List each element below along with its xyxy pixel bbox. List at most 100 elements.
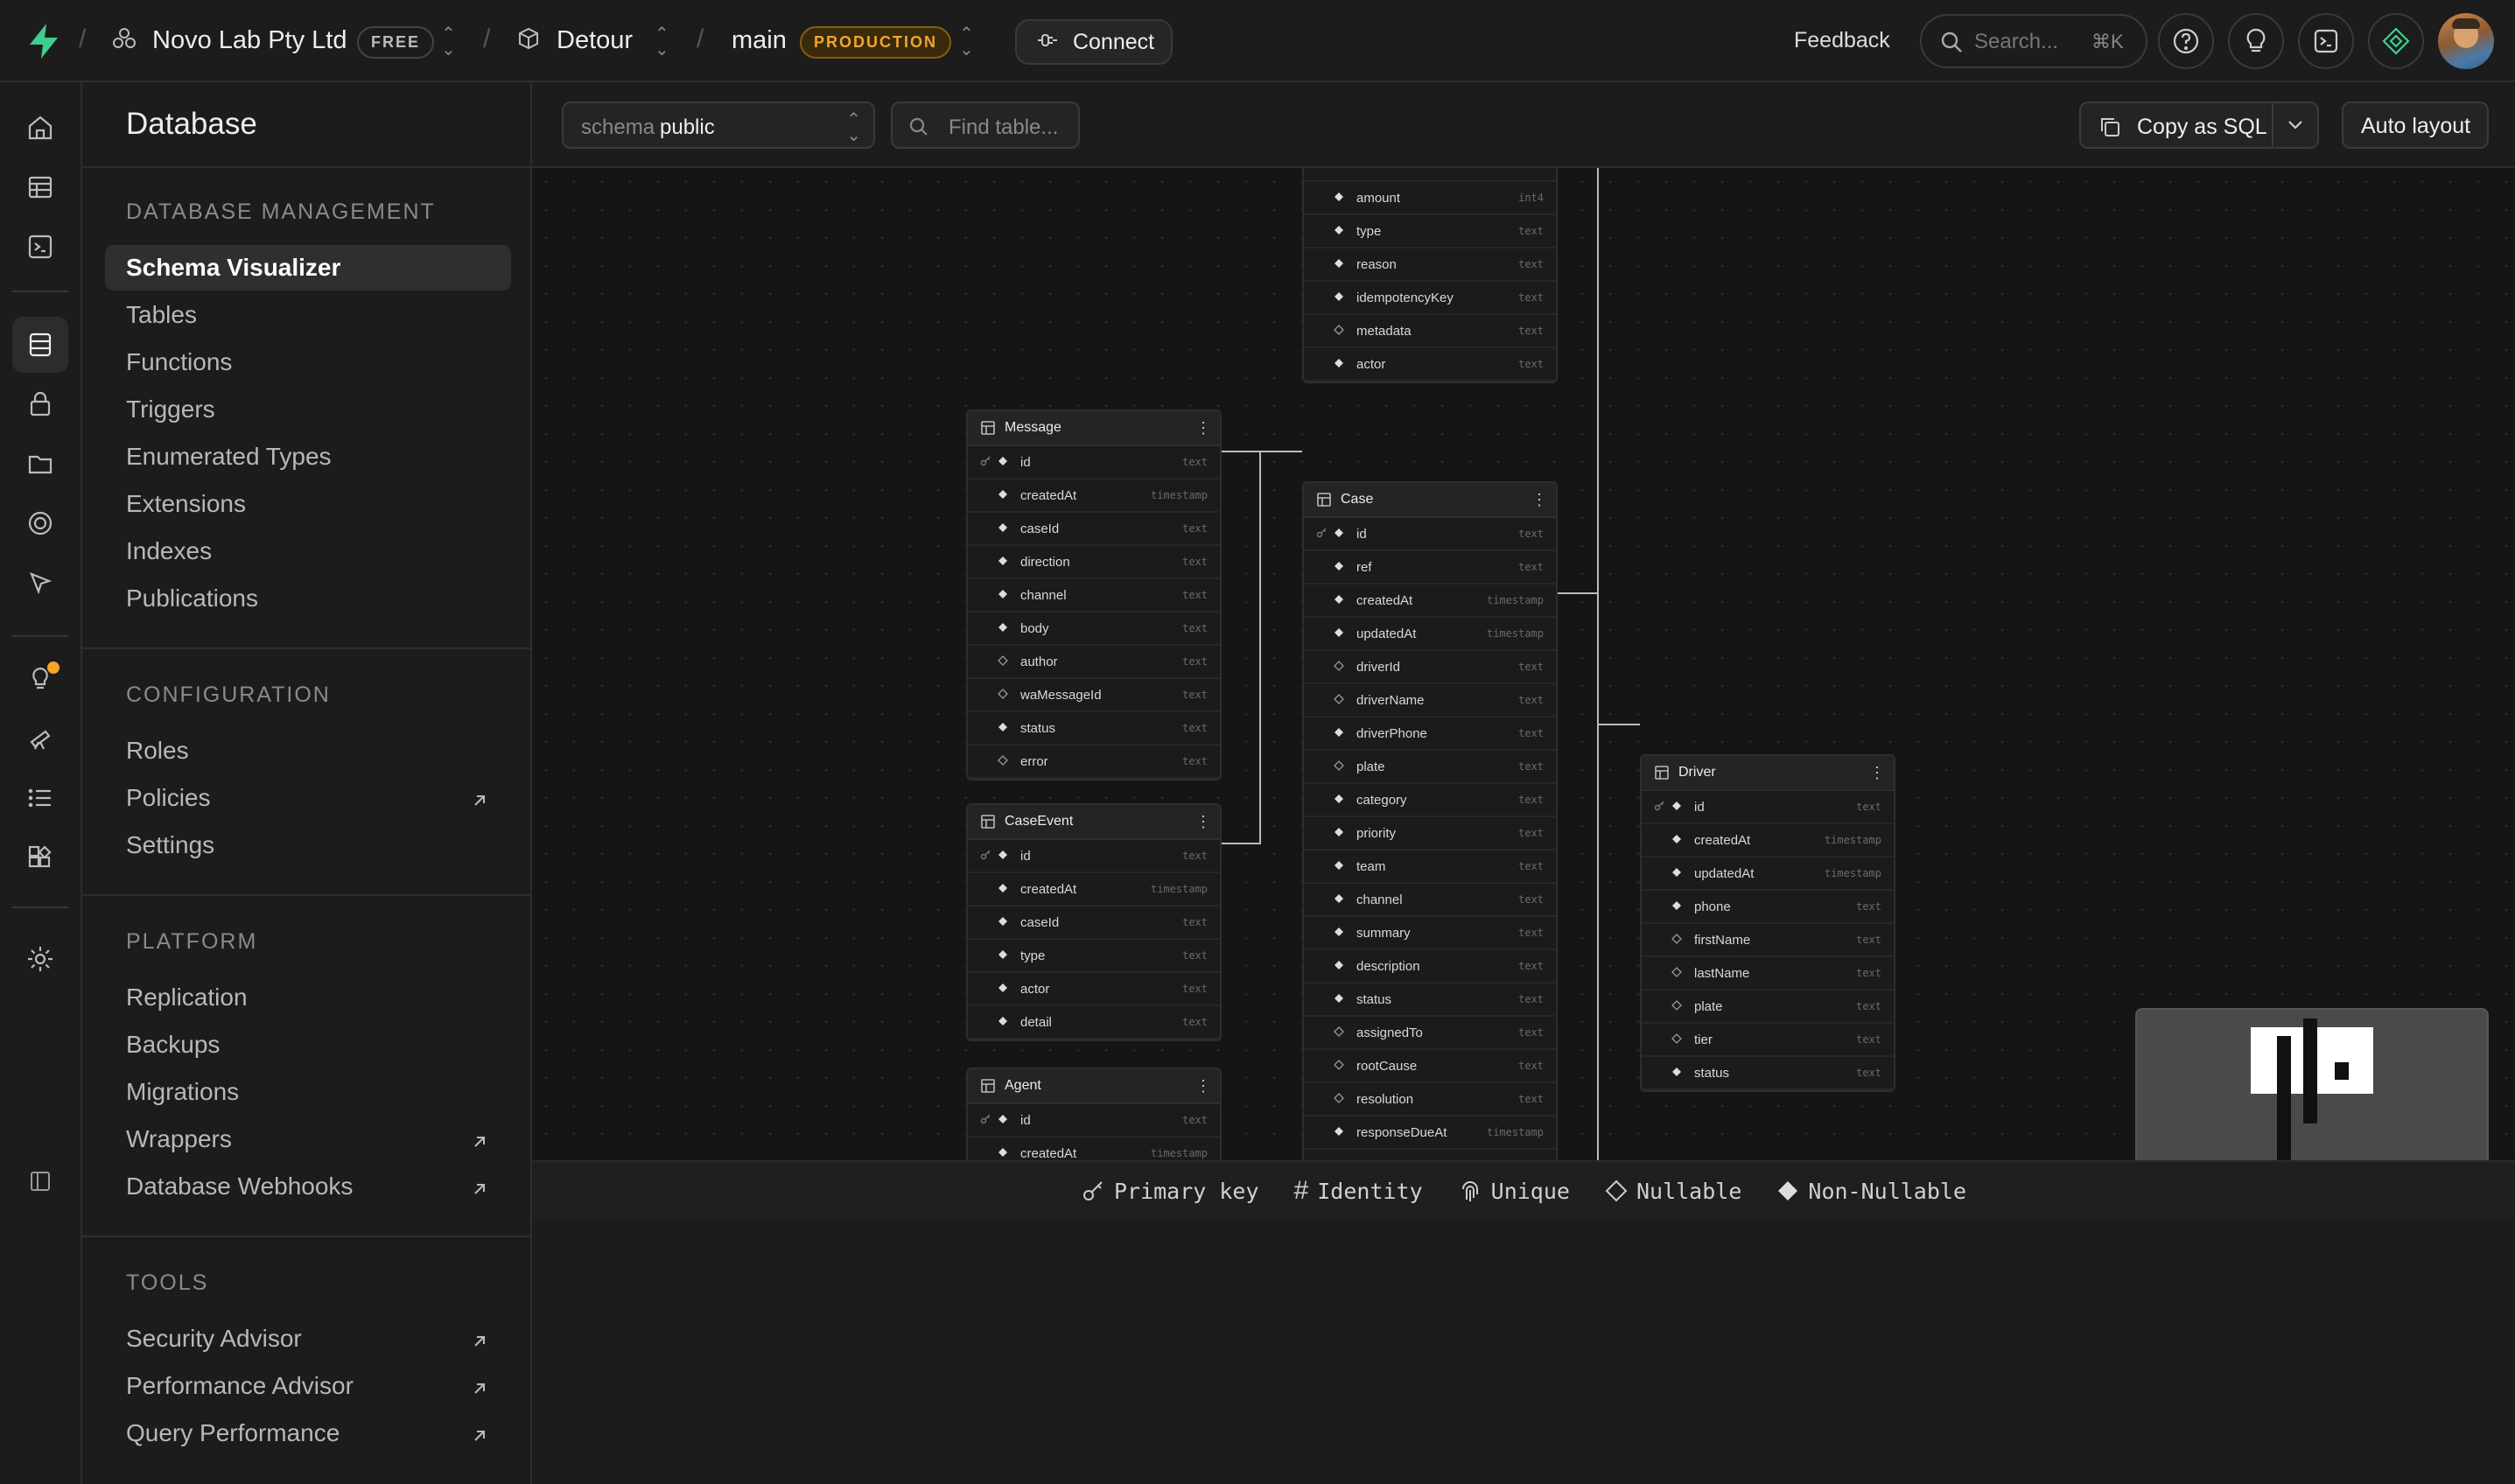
nav-security-advisor[interactable]: Security Advisor bbox=[105, 1316, 511, 1362]
table-column-row[interactable]: id text bbox=[968, 446, 1220, 480]
table-column-row[interactable]: plate text bbox=[1642, 990, 1894, 1024]
nav-indexes[interactable]: Indexes bbox=[105, 528, 511, 574]
nav-publications[interactable]: Publications bbox=[105, 576, 511, 621]
table-column-row[interactable]: waMessageId text bbox=[968, 679, 1220, 712]
terminal-button[interactable] bbox=[2298, 13, 2354, 69]
project-name[interactable]: Detour bbox=[557, 26, 633, 55]
nav-roles[interactable]: Roles bbox=[105, 728, 511, 774]
nav-backups[interactable]: Backups bbox=[105, 1022, 511, 1068]
auto-layout-button[interactable]: Auto layout bbox=[2342, 102, 2489, 149]
project-switcher-chevron-icon[interactable]: ⌃ ⌄ bbox=[655, 25, 669, 59]
user-avatar[interactable] bbox=[2438, 13, 2494, 69]
rail-authentication[interactable] bbox=[12, 376, 68, 432]
table-node-caseevent[interactable]: CaseEvent ⋮ id text createdAt timestamp caseId… bbox=[966, 803, 1222, 1041]
more-vertical-icon[interactable]: ⋮ bbox=[1195, 814, 1211, 830]
nav-database-webhooks[interactable]: Database Webhooks bbox=[105, 1164, 511, 1209]
rail-advisors[interactable] bbox=[12, 651, 68, 707]
nav-wrappers[interactable]: Wrappers bbox=[105, 1116, 511, 1162]
table-column-row[interactable]: reason text bbox=[1304, 248, 1556, 282]
table-column-row[interactable]: id text bbox=[968, 1104, 1220, 1138]
branch-name[interactable]: main bbox=[732, 26, 787, 55]
table-header[interactable]: Case ⋮ bbox=[1304, 483, 1556, 518]
org-switcher-chevron-icon[interactable]: ⌃ ⌄ bbox=[441, 25, 456, 59]
connect-button[interactable]: Connect bbox=[1015, 19, 1173, 65]
table-column-row[interactable]: assignedTo text bbox=[1304, 1017, 1556, 1050]
table-node-partial-table[interactable]: amount int4 type text reason text idempotencyK… bbox=[1302, 168, 1558, 383]
table-node-agent[interactable]: Agent⋮idtextcreatedAttimestampemailtextn… bbox=[966, 1068, 1222, 1160]
more-vertical-icon[interactable]: ⋮ bbox=[1195, 1078, 1211, 1094]
rail-realtime[interactable] bbox=[12, 495, 68, 551]
table-column-row[interactable]: author text bbox=[968, 646, 1220, 679]
table-column-row[interactable]: category text bbox=[1304, 784, 1556, 817]
nav-schema-visualizer[interactable]: Schema Visualizer bbox=[105, 245, 511, 290]
rail-logs[interactable] bbox=[12, 770, 68, 826]
rail-settings[interactable] bbox=[12, 931, 68, 987]
table-column-row[interactable]: driverName text bbox=[1304, 684, 1556, 718]
nav-enumerated-types[interactable]: Enumerated Types bbox=[105, 434, 511, 480]
table-column-row[interactable]: caseId text bbox=[968, 906, 1220, 940]
table-column-row[interactable]: tier text bbox=[1642, 1024, 1894, 1057]
table-column-row[interactable]: caseId text bbox=[968, 513, 1220, 546]
table-header[interactable]: Driver ⋮ bbox=[1642, 756, 1894, 791]
table-column-row[interactable]: phone text bbox=[1642, 891, 1894, 924]
find-table-input[interactable]: Find table... bbox=[891, 102, 1080, 149]
nav-policies[interactable]: Policies bbox=[105, 775, 511, 821]
table-column-row[interactable]: createdAt timestamp bbox=[1304, 584, 1556, 618]
table-header[interactable]: Message ⋮ bbox=[968, 411, 1220, 446]
schema-canvas[interactable]: amount int4 type text reason text idempotencyK… bbox=[532, 168, 2515, 1160]
rail-sql-editor[interactable] bbox=[12, 219, 68, 275]
table-column-row[interactable]: channel text bbox=[1304, 884, 1556, 917]
table-column-row[interactable]: updatedAt timestamp bbox=[1642, 858, 1894, 891]
nav-tables[interactable]: Tables bbox=[105, 292, 511, 338]
ai-assistant-button[interactable] bbox=[2368, 13, 2424, 69]
table-column-row[interactable]: id text bbox=[1304, 518, 1556, 551]
table-column-row[interactable]: direction text bbox=[968, 546, 1220, 579]
table-column-row[interactable]: updatedAt timestamp bbox=[1304, 618, 1556, 651]
rail-edge-functions[interactable] bbox=[12, 555, 68, 611]
table-column-row[interactable]: actor text bbox=[968, 973, 1220, 1006]
table-node-message[interactable]: Message ⋮ id text createdAt timestamp caseId te… bbox=[966, 410, 1222, 780]
nav-extensions[interactable]: Extensions bbox=[105, 481, 511, 527]
table-column-row[interactable]: id text bbox=[968, 840, 1220, 873]
table-column-row[interactable]: resolveDueAttimestamp bbox=[1304, 1150, 1556, 1160]
nav-functions[interactable]: Functions bbox=[105, 340, 511, 385]
nav-settings[interactable]: Settings bbox=[105, 822, 511, 868]
table-column-row[interactable]: driverPhone text bbox=[1304, 718, 1556, 751]
more-vertical-icon[interactable]: ⋮ bbox=[1531, 492, 1547, 508]
rail-collapse[interactable] bbox=[12, 1153, 68, 1209]
feedback-button[interactable]: Feedback bbox=[1794, 28, 1890, 53]
rail-database[interactable] bbox=[12, 317, 68, 373]
table-column-row[interactable]: idempotencyKey text bbox=[1304, 282, 1556, 315]
rail-integrations[interactable] bbox=[12, 830, 68, 886]
org-name[interactable]: Novo Lab Pty Ltd bbox=[152, 26, 347, 55]
table-header[interactable]: CaseEvent ⋮ bbox=[968, 805, 1220, 840]
table-column-row[interactable]: body text bbox=[968, 612, 1220, 646]
table-column-row[interactable]: createdAt timestamp bbox=[968, 480, 1220, 513]
nav-replication[interactable]: Replication bbox=[105, 975, 511, 1020]
table-column-row[interactable]: channel text bbox=[968, 579, 1220, 612]
table-column-row[interactable]: createdAt timestamp bbox=[1642, 824, 1894, 858]
table-header[interactable]: Agent ⋮ bbox=[968, 1069, 1220, 1104]
table-column-row[interactable]: driverId text bbox=[1304, 651, 1556, 684]
table-column-row[interactable]: createdAt timestamp bbox=[968, 873, 1220, 906]
nav-query-performance[interactable]: Query Performance bbox=[105, 1410, 511, 1456]
table-column-row[interactable]: description text bbox=[1304, 950, 1556, 984]
table-column-row[interactable]: status text bbox=[1304, 984, 1556, 1017]
rail-table-editor[interactable] bbox=[12, 159, 68, 215]
table-column-row[interactable]: status text bbox=[968, 712, 1220, 746]
branch-switcher-chevron-icon[interactable]: ⌃ ⌄ bbox=[959, 25, 974, 59]
table-column-row[interactable]: responseDueAt timestamp bbox=[1304, 1116, 1556, 1150]
table-column-row[interactable]: lastName text bbox=[1642, 957, 1894, 990]
table-node-case[interactable]: Case ⋮ id text ref text createdAt timestamp upda… bbox=[1302, 481, 1558, 1160]
table-column-row[interactable]: priority text bbox=[1304, 817, 1556, 850]
rail-reports[interactable] bbox=[12, 710, 68, 766]
table-column-row[interactable]: error text bbox=[968, 746, 1220, 779]
nav-triggers[interactable]: Triggers bbox=[105, 387, 511, 432]
tips-button[interactable] bbox=[2228, 13, 2284, 69]
table-column-row[interactable]: ref text bbox=[1304, 551, 1556, 584]
minimap[interactable] bbox=[2135, 1008, 2489, 1160]
table-column-row[interactable]: type text bbox=[1304, 215, 1556, 248]
more-vertical-icon[interactable]: ⋮ bbox=[1195, 420, 1211, 436]
table-column-row[interactable]: actor text bbox=[1304, 348, 1556, 382]
table-node-driver[interactable]: Driver ⋮ id text createdAt timestamp updatedAt… bbox=[1640, 754, 1895, 1092]
